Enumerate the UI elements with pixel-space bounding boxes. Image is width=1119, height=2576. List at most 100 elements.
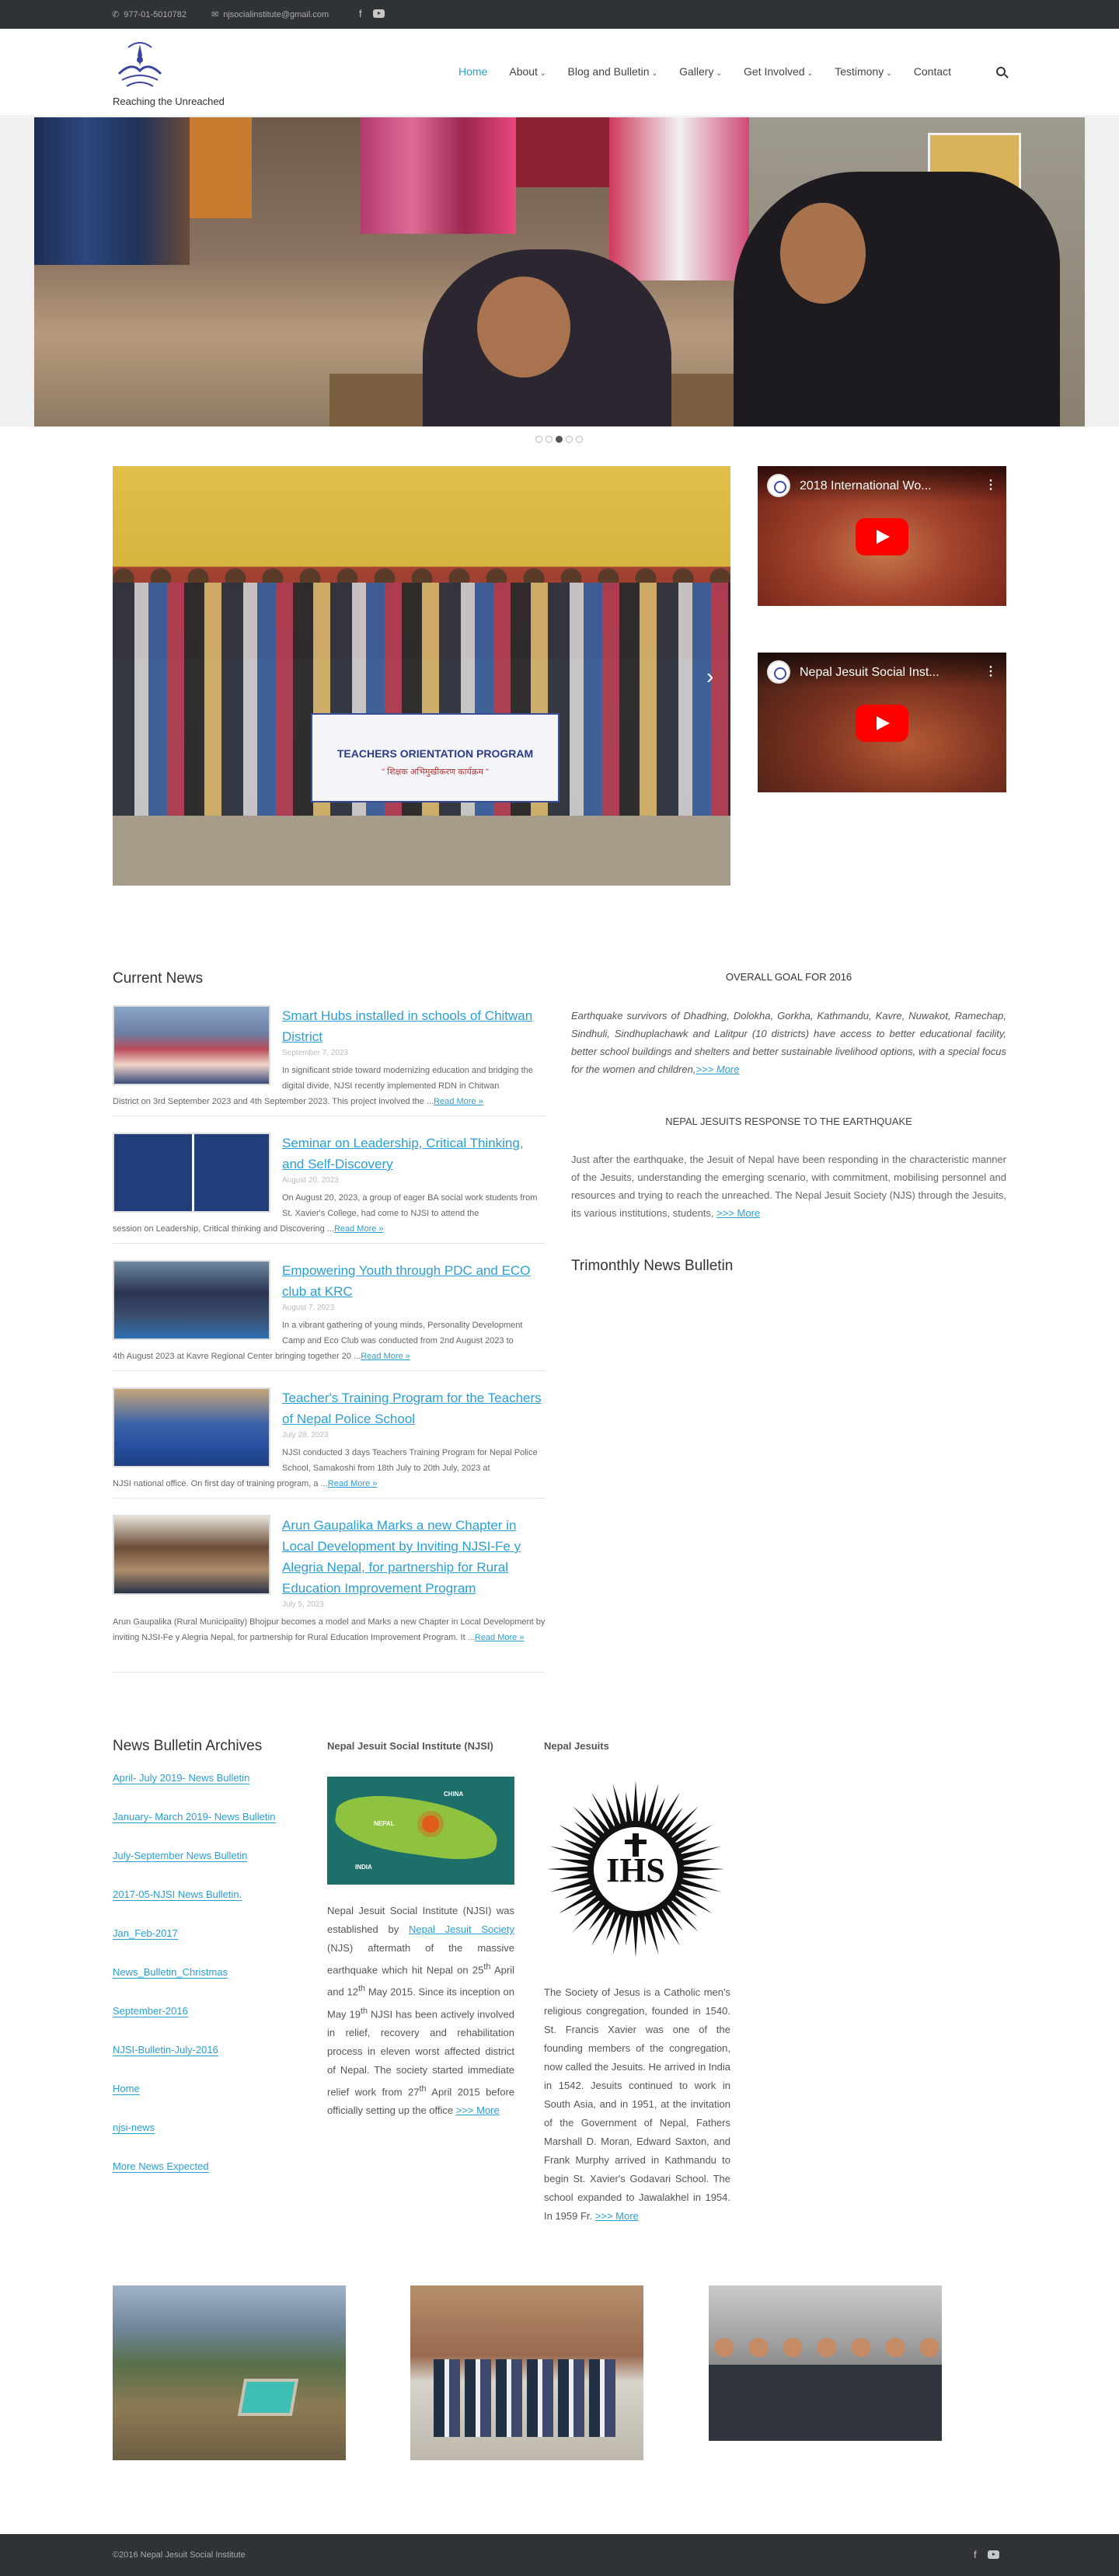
news-excerpt: NJSI conducted 3 days Teachers Training … xyxy=(113,1445,546,1492)
nav-item-home[interactable]: Home xyxy=(458,65,487,78)
facebook-icon[interactable]: f xyxy=(974,2549,977,2560)
standing-woman-face xyxy=(780,203,866,304)
play-button-icon[interactable] xyxy=(856,518,908,555)
search-icon[interactable] xyxy=(996,67,1006,76)
response-more-link[interactable]: >>> More xyxy=(716,1207,760,1219)
more-options-icon[interactable]: ⋮ xyxy=(985,477,997,493)
news-item: Arun Gaupalika Marks a new Chapter in Lo… xyxy=(113,1515,546,1673)
chevron-down-icon: ⌄ xyxy=(716,69,723,77)
archive-link[interactable]: January- March 2019- News Bulletin xyxy=(113,1811,276,1823)
program-banner: TEACHERS ORIENTATION PROGRAM " शिक्षक अभ… xyxy=(311,713,560,802)
banner-title: TEACHERS ORIENTATION PROGRAM xyxy=(336,747,534,760)
phone-icon: ✆ xyxy=(112,10,120,19)
nav-item-label: Contact xyxy=(913,65,952,78)
read-more-link[interactable]: Read More » xyxy=(434,1097,483,1106)
ground xyxy=(113,816,730,886)
goal-text: Earthquake survivors of Dhadhing, Dolokh… xyxy=(571,1007,1006,1078)
footer-social-links: f xyxy=(974,2549,999,2560)
video-title[interactable]: 2018 International Wo... xyxy=(800,479,967,493)
news-date: September 7, 2023 xyxy=(282,1049,349,1057)
nav-item-about[interactable]: About ⌄ xyxy=(509,65,546,78)
archive-link[interactable]: Home xyxy=(113,2083,140,2095)
archive-link[interactable]: September-2016 xyxy=(113,2005,188,2017)
people-group xyxy=(434,2359,620,2437)
email-contact[interactable]: ✉ njsocialinstitute@gmail.com xyxy=(211,9,329,20)
archive-link[interactable]: News_Bulletin_Christmas xyxy=(113,1966,228,1979)
news-title-link[interactable]: Arun Gaupalika Marks a new Chapter in Lo… xyxy=(282,1515,546,1599)
phone-contact: ✆ 977-01-5010782 xyxy=(112,9,186,20)
video-title[interactable]: Nepal Jesuit Social Inst... xyxy=(800,666,967,680)
news-title-link[interactable]: Teacher's Training Program for the Teach… xyxy=(282,1387,546,1429)
nepal-jesuit-society-link[interactable]: Nepal Jesuit Society xyxy=(409,1923,514,1935)
nav-item-gallery[interactable]: Gallery ⌄ xyxy=(679,65,722,78)
channel-avatar-icon[interactable] xyxy=(767,660,790,684)
news-excerpt-rest: session on Leadership, Critical thinking… xyxy=(113,1224,334,1234)
news-title-link[interactable]: Empowering Youth through PDC and ECO clu… xyxy=(282,1260,546,1302)
nav-item-label: Testimony xyxy=(835,65,884,78)
njsi-logo[interactable] xyxy=(113,40,167,94)
archive-item: January- March 2019- News Bulletin xyxy=(113,1811,276,1850)
group-photo-slide[interactable]: TEACHERS ORIENTATION PROGRAM " शिक्षक अभ… xyxy=(113,466,730,886)
youtube-video-1[interactable]: 2018 International Wo... ⋮ xyxy=(758,466,1006,606)
news-date: August 20, 2023 xyxy=(282,1176,339,1185)
hero-slide-image[interactable] xyxy=(34,117,1085,426)
news-item: Empowering Youth through PDC and ECO clu… xyxy=(113,1260,546,1371)
sun-ray xyxy=(625,1791,633,1824)
copyright-text: ©2016 Nepal Jesuit Social Institute xyxy=(113,2550,246,2560)
nav-item-label: Blog and Bulletin xyxy=(567,65,650,78)
standing-woman xyxy=(734,172,1060,426)
sun-ray xyxy=(558,1858,591,1866)
news-title-link[interactable]: Smart Hubs installed in schools of Chitw… xyxy=(282,1005,546,1047)
nav-item-contact[interactable]: Contact xyxy=(914,65,951,78)
response-text: Just after the earthquake, the Jesuit of… xyxy=(571,1150,1006,1222)
slider-dot[interactable] xyxy=(556,436,563,443)
gallery-photo-group[interactable] xyxy=(410,2285,643,2460)
goal-body: Earthquake survivors of Dhadhing, Dolokh… xyxy=(571,1010,1006,1075)
archive-link[interactable]: April- July 2019- News Bulletin xyxy=(113,1772,250,1784)
read-more-link[interactable]: Read More » xyxy=(361,1352,410,1361)
youtube-icon[interactable] xyxy=(987,2550,999,2559)
ihs-sun-emblem: IHS xyxy=(547,1781,724,1958)
news-title-link[interactable]: Seminar on Leadership, Critical Thinking… xyxy=(282,1133,546,1175)
top-bar: ✆ 977-01-5010782 ✉ njsocialinstitute@gma… xyxy=(0,0,1119,29)
nav-item-blog-and-bulletin[interactable]: Blog and Bulletin ⌄ xyxy=(568,65,658,78)
youtube-icon[interactable] xyxy=(372,9,385,18)
archive-link[interactable]: July-September News Bulletin xyxy=(113,1850,248,1862)
news-thumbnail[interactable] xyxy=(113,1515,270,1595)
email-address[interactable]: njsocialinstitute@gmail.com xyxy=(223,10,329,19)
read-more-link[interactable]: Read More » xyxy=(334,1224,384,1234)
archive-link[interactable]: Jan_Feb-2017 xyxy=(113,1927,178,1940)
slider-dot[interactable] xyxy=(576,436,583,443)
njsi-more-link[interactable]: >>> More xyxy=(456,2104,500,2116)
youtube-video-2[interactable]: Nepal Jesuit Social Inst... ⋮ xyxy=(758,653,1006,792)
gallery-photo-hillside[interactable] xyxy=(113,2285,346,2460)
slider-dot[interactable] xyxy=(535,436,542,443)
channel-avatar-icon[interactable] xyxy=(767,474,790,497)
archive-link[interactable]: 2017-05-NJSI News Bulletin. xyxy=(113,1888,242,1901)
response-heading: NEPAL JESUITS RESPONSE TO THE EARTHQUAKE xyxy=(665,1116,912,1127)
more-options-icon[interactable]: ⋮ xyxy=(985,663,997,679)
jesuits-more-link[interactable]: >>> More xyxy=(595,2210,639,2222)
slider-dot[interactable] xyxy=(566,436,573,443)
goal-more-link[interactable]: >>> More xyxy=(695,1063,739,1075)
gallery-photo-meeting[interactable] xyxy=(709,2285,942,2441)
read-more-link[interactable]: Read More » xyxy=(475,1633,525,1642)
nav-item-get-involved[interactable]: Get Involved ⌄ xyxy=(744,65,813,78)
news-excerpt: In a vibrant gathering of young minds, P… xyxy=(113,1318,546,1364)
read-more-link[interactable]: Read More » xyxy=(328,1479,378,1488)
nepal-map-image: NEPAL CHINA INDIA xyxy=(327,1777,514,1885)
facebook-icon[interactable]: f xyxy=(359,8,362,19)
response-body: Just after the earthquake, the Jesuit of… xyxy=(571,1154,1006,1219)
archive-link[interactable]: More News Expected xyxy=(113,2160,209,2173)
hanging-clothes xyxy=(34,117,190,265)
phone-number: 977-01-5010782 xyxy=(124,9,186,19)
play-button-icon[interactable] xyxy=(856,705,908,742)
water-tank xyxy=(237,2379,299,2416)
nav-item-testimony[interactable]: Testimony ⌄ xyxy=(835,65,892,78)
archive-link[interactable]: njsi-news xyxy=(113,2122,155,2134)
archive-link[interactable]: NJSI-Bulletin-July-2016 xyxy=(113,2044,218,2056)
slider-dot[interactable] xyxy=(546,436,553,443)
hanging-clothes xyxy=(609,117,749,280)
main-navigation: Home About ⌄ Blog and Bulletin ⌄ Gallery ⌄ Get … xyxy=(458,65,973,78)
next-arrow-icon[interactable]: › xyxy=(706,664,713,689)
